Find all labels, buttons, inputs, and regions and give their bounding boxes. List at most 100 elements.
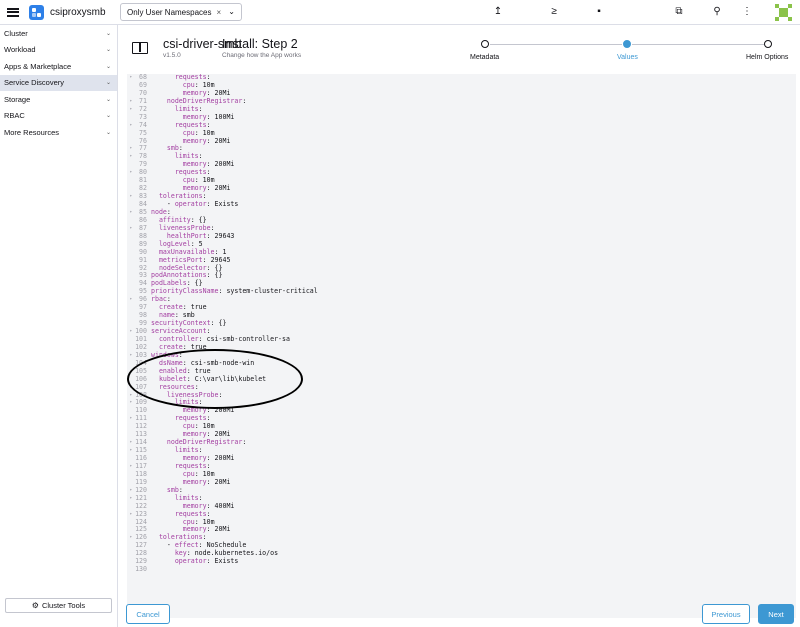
yaml-key: limits <box>174 493 199 502</box>
fold-arrow-icon[interactable]: ▸ <box>127 534 135 542</box>
step-dot-values[interactable] <box>623 40 631 48</box>
chevron-down-icon: ⌄ <box>105 129 111 136</box>
more-vertical-icon[interactable]: ⋮ <box>740 6 754 18</box>
yaml-key: tolerations <box>158 533 203 542</box>
step-dot-metadata[interactable] <box>481 40 489 48</box>
chevron-down-icon: ⌄ <box>105 63 111 70</box>
sidebar-item-storage[interactable]: Storage ⌄ <box>0 91 117 108</box>
sidebar-item-apps-marketplace[interactable]: Apps & Marketplace ⌄ <box>0 58 117 75</box>
sidebar-item-more-resources[interactable]: More Resources ⌄ <box>0 124 117 141</box>
fold-gutter <box>127 280 135 288</box>
next-button[interactable]: Next <box>758 604 794 624</box>
fold-arrow-icon[interactable]: ▸ <box>127 392 135 400</box>
cluster-name[interactable]: csiproxysmb <box>50 7 106 18</box>
fold-arrow-icon[interactable]: ▸ <box>127 122 135 130</box>
fold-gutter <box>127 423 135 431</box>
namespace-filter[interactable]: Only User Namespaces × ⌄ <box>120 3 242 21</box>
step-label-metadata[interactable]: Metadata <box>470 54 499 61</box>
yaml-key: limits <box>174 398 199 407</box>
fold-arrow-icon[interactable]: ▸ <box>127 225 135 233</box>
cluster-tools-button[interactable]: ⚙ Cluster Tools <box>5 598 112 613</box>
file-icon[interactable]: ▪ <box>592 6 606 18</box>
fold-arrow-icon[interactable]: ▸ <box>127 74 135 82</box>
shell-icon[interactable]: ≥ <box>547 6 561 18</box>
fold-arrow-icon[interactable]: ▸ <box>127 106 135 114</box>
fold-arrow-icon[interactable]: ▸ <box>127 399 135 407</box>
fold-arrow-icon[interactable]: ▸ <box>127 193 135 201</box>
sidebar-item-service-discovery[interactable]: Service Discovery ⌄ <box>0 74 117 91</box>
yaml-key: livenessProbe <box>166 390 219 399</box>
fold-gutter <box>127 431 135 439</box>
search-icon[interactable]: ⚲ <box>710 6 724 18</box>
fold-arrow-icon[interactable]: ▸ <box>127 415 135 423</box>
menu-icon[interactable] <box>7 7 19 17</box>
sidebar-item-cluster[interactable]: Cluster ⌄ <box>0 25 117 42</box>
chevron-down-icon: ⌄ <box>105 30 111 37</box>
fold-gutter <box>127 566 135 574</box>
chevron-down-icon[interactable]: ⌄ <box>228 7 235 16</box>
yaml-key: operator <box>174 557 207 566</box>
fold-arrow-icon[interactable]: ▸ <box>127 328 135 336</box>
yaml-key: enabled <box>158 366 187 375</box>
yaml-key: name <box>158 311 175 320</box>
yaml-key: affinity <box>158 215 191 224</box>
fold-arrow-icon[interactable]: ▸ <box>127 209 135 217</box>
fold-arrow-icon[interactable]: ▸ <box>127 296 135 304</box>
fold-arrow-icon[interactable]: ▸ <box>127 145 135 153</box>
yaml-key: requests <box>174 120 207 129</box>
step-label-values[interactable]: Values <box>617 54 638 61</box>
fold-arrow-icon[interactable]: ▸ <box>127 384 135 392</box>
fold-arrow-icon[interactable]: ▸ <box>127 495 135 503</box>
yaml-key: priorityClassName <box>151 287 219 296</box>
yaml-key: metricsPort <box>158 255 203 264</box>
step-dot-helm-options[interactable] <box>764 40 772 48</box>
chevron-down-icon: ⌄ <box>105 96 111 103</box>
fold-gutter <box>127 455 135 463</box>
code-line: 130 <box>127 565 318 574</box>
yaml-key: cpu <box>182 422 195 431</box>
sidebar-item-workload[interactable]: Workload ⌄ <box>0 42 117 59</box>
yaml-key: smb <box>166 485 179 494</box>
fold-gutter <box>127 360 135 368</box>
clear-namespace-icon[interactable]: × <box>216 8 221 17</box>
copy-icon[interactable]: ⧉ <box>672 6 686 18</box>
sidebar-item-label: Storage <box>4 94 31 104</box>
fold-arrow-icon[interactable]: ▸ <box>127 98 135 106</box>
namespace-filter-label: Only User Namespaces <box>127 7 212 17</box>
yaml-key: memory <box>182 454 207 462</box>
fold-gutter <box>127 217 135 225</box>
fold-gutter <box>127 368 135 376</box>
fold-arrow-icon[interactable]: ▸ <box>127 487 135 495</box>
fold-arrow-icon[interactable]: ▸ <box>127 352 135 360</box>
fold-arrow-icon[interactable]: ▸ <box>127 511 135 519</box>
previous-button[interactable]: Previous <box>702 604 750 624</box>
fold-gutter <box>127 265 135 273</box>
yaml-key: smb <box>166 144 179 153</box>
yaml-key: memory <box>182 88 207 97</box>
fold-arrow-icon[interactable]: ▸ <box>127 169 135 177</box>
line-number: 130 <box>135 565 147 574</box>
fold-gutter <box>127 130 135 138</box>
yaml-key: requests <box>174 509 207 518</box>
stepper-line <box>490 44 622 45</box>
wizard-stepper: Metadata Values Helm Options <box>118 40 800 70</box>
sidebar-item-label: Cluster <box>4 28 28 38</box>
yaml-key: dsName <box>158 358 183 367</box>
yaml-key: memory <box>182 477 207 486</box>
fold-arrow-icon[interactable]: ▸ <box>127 463 135 471</box>
fold-arrow-icon[interactable]: ▸ <box>127 439 135 447</box>
sidebar-item-rbac[interactable]: RBAC ⌄ <box>0 108 117 125</box>
fold-arrow-icon[interactable]: ▸ <box>127 447 135 455</box>
yaml-key: memory <box>182 501 207 510</box>
yaml-key: tolerations <box>158 192 203 201</box>
yaml-editor[interactable]: ▸ 68 requests: 69 cpu: 10m 70 memory: 20Mi ▸… <box>127 74 796 618</box>
fold-arrow-icon[interactable]: ▸ <box>127 153 135 161</box>
upload-icon[interactable]: ↥ <box>491 6 505 18</box>
fold-gutter <box>127 542 135 550</box>
step-label-helm-options[interactable]: Helm Options <box>746 54 788 61</box>
avatar[interactable] <box>775 4 792 21</box>
yaml-key: key <box>174 549 187 558</box>
sidebar: Cluster ⌄ Workload ⌄ Apps & Marketplace ⌄ Serv… <box>0 25 118 627</box>
gear-icon: ⚙ <box>31 601 39 610</box>
cancel-button[interactable]: Cancel <box>126 604 170 624</box>
